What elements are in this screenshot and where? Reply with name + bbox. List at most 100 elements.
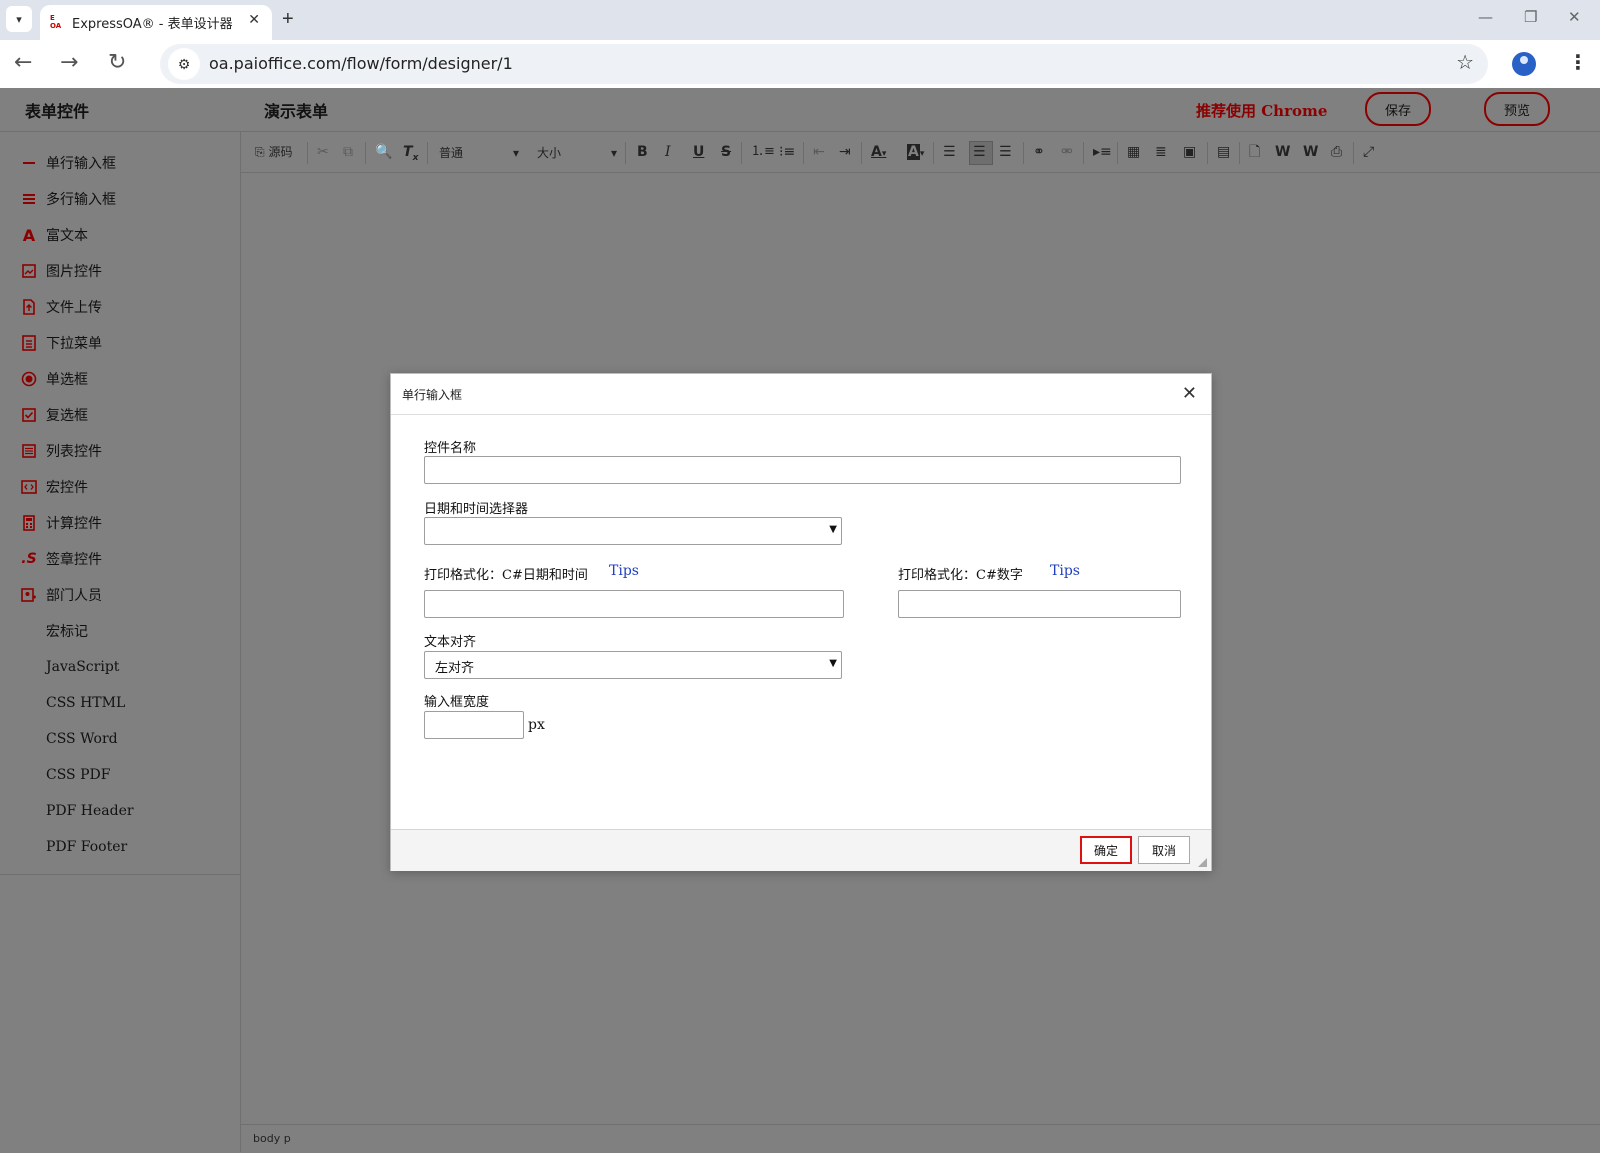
size-select[interactable]: 大小 ▾ [537, 142, 617, 164]
align-right-icon[interactable]: ☰ [999, 143, 1012, 161]
bulleted-list-icon[interactable]: ⁝≡ [779, 143, 795, 161]
sidebar-item-radio[interactable]: 单选框 [20, 367, 88, 391]
cancel-button[interactable]: 取消 [1138, 836, 1190, 864]
bold-icon[interactable]: B [637, 143, 648, 161]
print-date-tips-link[interactable]: Tips [609, 563, 639, 579]
image-icon [20, 262, 38, 280]
text-align-label: 文本对齐 [424, 635, 477, 650]
sidebar-item-label: 下拉菜单 [46, 336, 102, 352]
width-unit: px [528, 717, 545, 733]
dialog-footer: 确定 取消 [391, 829, 1211, 871]
reload-icon[interactable]: ↻ [108, 50, 126, 75]
forward-icon[interactable]: → [60, 50, 78, 75]
close-tab-icon[interactable]: ✕ [248, 11, 260, 28]
profile-avatar[interactable] [1512, 52, 1536, 76]
source-button[interactable]: ⎘ 源码 [255, 143, 292, 161]
sidebar-item-css-word[interactable]: CSS Word [20, 727, 118, 751]
minimize-icon[interactable]: — [1478, 8, 1493, 26]
file-upload-icon [20, 298, 38, 316]
text-color-icon[interactable]: A▾ [871, 143, 886, 163]
sidebar-item-multi-line[interactable]: 多行输入框 [20, 187, 116, 211]
sidebar-item-label: 计算控件 [46, 516, 102, 532]
link-icon[interactable]: ⚭ [1033, 143, 1045, 161]
form-title: 演示表单 [264, 102, 329, 121]
site-info-icon[interactable]: ⚙ [168, 48, 200, 80]
sidebar-item-rich-text[interactable]: A 富文本 [20, 223, 88, 247]
fullscreen-icon[interactable]: ⤢ [1363, 143, 1374, 161]
word-export-icon[interactable]: W [1275, 143, 1290, 161]
sidebar-item-pdf-footer[interactable]: PDF Footer [20, 835, 127, 859]
sidebar-item-label: CSS HTML [46, 695, 126, 711]
confirm-button[interactable]: 确定 [1080, 836, 1132, 864]
sidebar-title: 表单控件 [25, 102, 90, 121]
size-value: 大小 [537, 146, 562, 160]
sidebar-item-signature[interactable]: .S 签章控件 [20, 547, 102, 571]
sidebar-item-css-pdf[interactable]: CSS PDF [20, 763, 110, 787]
sidebar-item-macro-tag[interactable]: 宏标记 [20, 619, 88, 643]
browser-recommendation: 推荐使用 Chrome [1196, 102, 1328, 120]
strikethrough-icon[interactable]: S [721, 143, 731, 161]
save-button[interactable]: 保存 [1365, 92, 1431, 126]
control-name-input[interactable] [424, 456, 1181, 484]
sidebar-item-calculator[interactable]: 计算控件 [20, 511, 102, 535]
cut-icon[interactable]: ✂ [317, 143, 329, 161]
single-line-icon [20, 154, 38, 172]
indent-block-icon[interactable]: ▸≡ [1093, 143, 1112, 161]
copy-icon[interactable]: ⧉ [343, 143, 353, 161]
align-left-icon[interactable]: ☰ [943, 143, 956, 161]
resize-handle[interactable] [1198, 858, 1207, 867]
remove-format-icon[interactable]: Tx [403, 143, 418, 167]
app-favicon-icon: E OA [50, 14, 62, 30]
sidebar-item-label: PDF Header [46, 803, 134, 819]
datetime-picker-select[interactable]: ▼ [424, 517, 842, 545]
print-date-format-input[interactable] [424, 590, 844, 618]
print-number-format-input[interactable] [898, 590, 1181, 618]
outdent-icon[interactable]: ⇤ [813, 143, 825, 161]
preview-button[interactable]: 预览 [1484, 92, 1550, 126]
sidebar-item-javascript[interactable]: JavaScript [20, 655, 119, 679]
text-align-select[interactable]: 左对齐 ▼ [424, 651, 842, 679]
numbered-list-icon[interactable]: ⒈≡ [751, 143, 775, 161]
sidebar-item-pdf-header[interactable]: PDF Header [20, 799, 134, 823]
browser-tab[interactable]: E OA ExpressOA® - 表单设计器 ✕ [40, 5, 272, 40]
underline-icon[interactable]: U [693, 143, 704, 161]
sidebar-item-department[interactable]: 部门人员 [20, 583, 102, 607]
bookmark-star-icon[interactable]: ☆ [1456, 50, 1474, 75]
italic-icon[interactable]: I [665, 143, 671, 161]
document-icon[interactable]: 🗋 [1249, 143, 1260, 161]
url-omnibox[interactable]: ⚙ oa.paioffice.com/flow/form/designer/1 … [160, 44, 1488, 84]
sidebar-item-dropdown[interactable]: 下拉菜单 [20, 331, 102, 355]
find-icon[interactable]: 🔍 [375, 143, 392, 161]
datetime-picker-label: 日期和时间选择器 [424, 502, 529, 517]
sidebar-item-image[interactable]: 图片控件 [20, 259, 102, 283]
close-icon[interactable]: ✕ [1182, 383, 1197, 404]
table-icon[interactable]: ▦ [1127, 143, 1140, 161]
background-color-icon[interactable]: A▾ [907, 143, 924, 163]
sidebar-item-css-html[interactable]: CSS HTML [20, 691, 125, 715]
back-icon[interactable]: ← [14, 50, 32, 75]
pdf-icon[interactable]: ⎙ [1331, 143, 1342, 161]
sidebar-item-macro[interactable]: 宏控件 [20, 475, 88, 499]
close-window-icon[interactable]: ✕ [1568, 8, 1581, 26]
horizontal-line-icon[interactable]: ≣ [1155, 143, 1167, 161]
sidebar-item-list[interactable]: 列表控件 [20, 439, 102, 463]
url-text[interactable]: oa.paioffice.com/flow/form/designer/1 [209, 54, 513, 73]
indent-icon[interactable]: ⇥ [839, 143, 851, 161]
new-tab-icon[interactable]: + [282, 8, 294, 31]
word-import-icon[interactable]: W [1303, 143, 1318, 161]
element-path[interactable]: body p [253, 1132, 291, 1145]
tab-list-button[interactable]: ▾ [6, 6, 32, 32]
input-width-field[interactable] [424, 711, 524, 739]
template-icon[interactable]: ▤ [1217, 143, 1230, 161]
browser-menu-icon[interactable]: ⋮ [1568, 50, 1588, 75]
sidebar-item-single-line[interactable]: 单行输入框 [20, 151, 116, 175]
restore-icon[interactable]: ❐ [1524, 8, 1537, 26]
editor-statusbar: body p [241, 1124, 1600, 1153]
unlink-icon[interactable]: ⚮ [1061, 143, 1073, 161]
print-number-tips-link[interactable]: Tips [1050, 563, 1080, 579]
sidebar-item-file-upload[interactable]: 文件上传 [20, 295, 102, 319]
sidebar-item-checkbox[interactable]: 复选框 [20, 403, 88, 427]
insert-image-icon[interactable]: ▣ [1183, 143, 1196, 161]
align-center-icon[interactable]: ☰ [973, 143, 986, 161]
format-select[interactable]: 普通 ▾ [439, 142, 519, 164]
